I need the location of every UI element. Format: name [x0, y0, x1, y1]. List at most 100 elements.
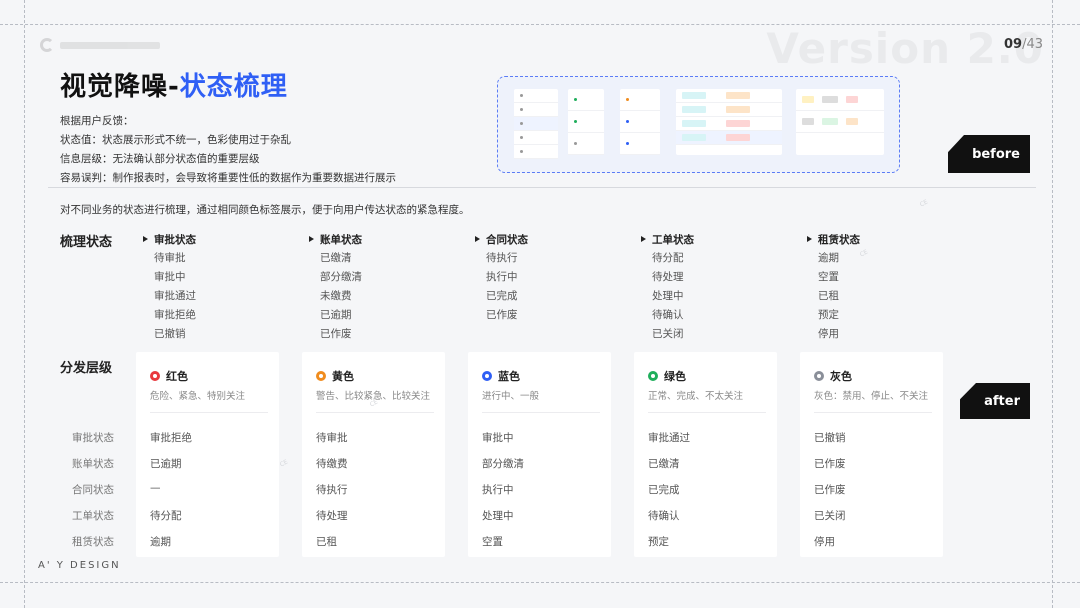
- color-card-item: 待确认: [648, 510, 680, 522]
- color-card-item: 已完成: [648, 484, 680, 496]
- color-card-item: 待分配: [150, 510, 182, 522]
- card-divider: [150, 412, 268, 413]
- category-item: 已租: [818, 290, 839, 302]
- intro-line: 容易误判：制作报表时，会导致将重要性低的数据作为重要数据进行展示: [60, 172, 396, 184]
- color-card-item: 待缴费: [316, 458, 348, 470]
- mini-column: [620, 89, 660, 155]
- category-item: 空置: [818, 271, 839, 283]
- color-card-header: 灰色: [814, 368, 852, 384]
- category-column: 工单状态 待分配 待处理 处理中 待确认 已关闭: [641, 232, 801, 344]
- category-item: 待处理: [652, 271, 684, 283]
- category-header: 审批状态: [143, 232, 303, 246]
- color-dot-icon: [150, 371, 160, 381]
- intro-line: 根据用户反馈：: [60, 115, 134, 127]
- guide-line-right: [1052, 0, 1053, 608]
- page-current: 09: [1004, 37, 1023, 52]
- category-item: 已关闭: [652, 328, 684, 340]
- color-card-item: 已作废: [814, 484, 846, 496]
- color-name: 灰色: [830, 370, 852, 383]
- category-item: 已作废: [320, 328, 352, 340]
- color-card-item: 待处理: [316, 510, 348, 522]
- category-name: 租赁状态: [818, 233, 860, 246]
- guide-line-bottom: [0, 582, 1080, 583]
- category-item: 已逾期: [320, 309, 352, 321]
- triangle-right-icon: [641, 236, 646, 242]
- color-name: 绿色: [664, 370, 686, 383]
- triangle-right-icon: [807, 236, 812, 242]
- category-item: 审批中: [154, 271, 186, 283]
- color-card-item: 待执行: [316, 484, 348, 496]
- color-card-header: 红色: [150, 368, 188, 384]
- category-item: 已撤销: [154, 328, 186, 340]
- after-label: after: [960, 383, 1030, 419]
- footer-brand: A' Y DESIGN: [38, 560, 121, 571]
- category-item: 待执行: [486, 252, 518, 264]
- color-dot-icon: [316, 371, 326, 381]
- color-description: 正常、完成、不太关注: [648, 391, 744, 402]
- color-name: 黄色: [332, 370, 354, 383]
- section-label-levels: 分发层级: [60, 361, 113, 376]
- color-card: 黄色 警告、比较紧急、比较关注 待审批 待缴费 待执行 待处理 已租: [302, 352, 445, 557]
- color-card-item: 已作废: [814, 458, 846, 470]
- category-header: 账单状态: [309, 232, 469, 246]
- color-dot-icon: [482, 371, 492, 381]
- category-item: 审批通过: [154, 290, 196, 302]
- category-item: 待审批: [154, 252, 186, 264]
- mini-column: [796, 89, 884, 155]
- triangle-right-icon: [143, 236, 148, 242]
- guide-line-left: [24, 0, 25, 608]
- row-label: 工单状态: [72, 510, 114, 522]
- category-item: 执行中: [486, 271, 518, 283]
- color-card-item: 停用: [814, 536, 835, 548]
- intro-text: 根据用户反馈： 状态值：状态展示形式不统一，色彩使用过于杂乱 信息层级：无法确认…: [60, 112, 396, 188]
- color-card-item: 已撤销: [814, 432, 846, 444]
- category-item: 已作废: [486, 309, 518, 321]
- intro-line: 状态值：状态展示形式不统一，色彩使用过于杂乱: [60, 134, 291, 146]
- color-name: 红色: [166, 370, 188, 383]
- color-card-item: 执行中: [482, 484, 514, 496]
- color-dot-icon: [814, 371, 824, 381]
- color-card-item: 审批拒绝: [150, 432, 192, 444]
- category-item: 未缴费: [320, 290, 352, 302]
- category-name: 合同状态: [486, 233, 528, 246]
- before-screenshot: [497, 76, 900, 173]
- page-title: 视觉降噪-状态梳理: [60, 66, 288, 103]
- row-label: 合同状态: [72, 484, 114, 496]
- mini-column: [676, 89, 782, 155]
- color-card-header: 蓝色: [482, 368, 520, 384]
- category-header: 合同状态: [475, 232, 635, 246]
- color-name: 蓝色: [498, 370, 520, 383]
- description: 对不同业务的状态进行梳理，通过相同颜色标签展示，便于向用户传达状态的紧急程度。: [60, 204, 470, 216]
- title-accent: 状态梳理: [179, 72, 288, 102]
- color-card-item: 已逾期: [150, 458, 182, 470]
- color-card: 灰色 灰色：禁用、停止、不关注 已撤销 已作废 已作废 已关闭 停用: [800, 352, 943, 557]
- color-card-item: 预定: [648, 536, 669, 548]
- color-description: 灰色：禁用、停止、不关注: [814, 391, 929, 402]
- category-name: 审批状态: [154, 233, 196, 246]
- category-item: 待分配: [652, 252, 684, 264]
- section-label-organize: 梳理状态: [60, 235, 113, 250]
- page-total: /43: [1022, 37, 1044, 52]
- color-card-item: 已关闭: [814, 510, 846, 522]
- color-card-item: 待审批: [316, 432, 348, 444]
- category-item: 停用: [818, 328, 839, 340]
- color-card-item: —: [150, 482, 161, 494]
- category-header: 租赁状态: [807, 232, 967, 246]
- card-divider: [648, 412, 766, 413]
- category-item: 审批拒绝: [154, 309, 196, 321]
- category-name: 工单状态: [652, 233, 694, 246]
- triangle-right-icon: [475, 236, 480, 242]
- color-description: 危险、紧急、特别关注: [150, 391, 246, 402]
- watermark: CE: [918, 198, 930, 209]
- category-header: 工单状态: [641, 232, 801, 246]
- category-column: 审批状态待审批审批中审批通过审批拒绝已撤销: [143, 232, 303, 344]
- color-card-item: 已租: [316, 536, 337, 548]
- category-item: 预定: [818, 309, 839, 321]
- category-item: 待确认: [652, 309, 684, 321]
- intro-line: 信息层级：无法确认部分状态值的重要层级: [60, 153, 260, 165]
- before-label: before: [948, 135, 1030, 173]
- color-dot-icon: [648, 371, 658, 381]
- card-divider: [316, 412, 434, 413]
- color-card: 红色 危险、紧急、特别关注 审批拒绝 已逾期 — 待分配 逾期: [136, 352, 279, 557]
- card-divider: [814, 412, 932, 413]
